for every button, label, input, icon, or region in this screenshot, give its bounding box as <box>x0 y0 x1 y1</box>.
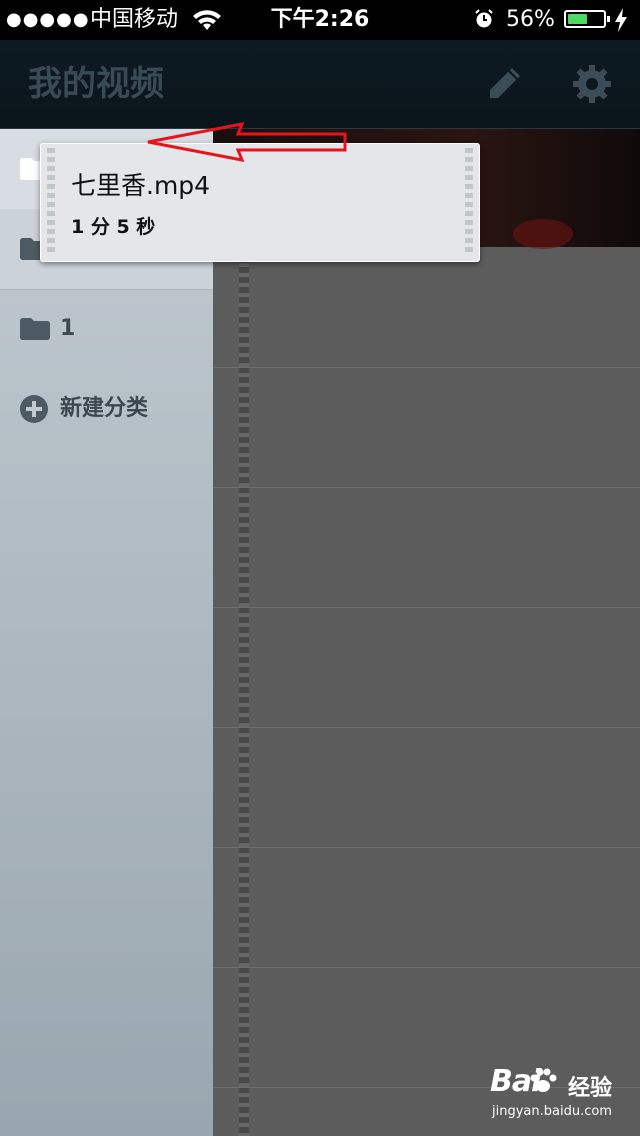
sidebar-item-label: 1 <box>60 316 76 341</box>
battery-percent: 56% <box>506 7 555 32</box>
status-bar: ●●●●● 中国移动 下午2:26 56% <box>0 0 640 40</box>
alarm-icon <box>475 9 493 28</box>
new-category-label: 新建分类 <box>60 396 149 421</box>
list-item[interactable] <box>213 727 640 848</box>
paw-icon <box>530 1068 557 1092</box>
pencil-icon[interactable] <box>484 64 524 104</box>
plus-circle-icon <box>20 395 48 423</box>
sidebar-item-folder-1[interactable]: 1 <box>0 289 213 369</box>
gear-icon[interactable] <box>572 64 612 104</box>
list-item[interactable] <box>213 487 640 608</box>
battery-level <box>568 14 588 24</box>
folder-icon <box>20 318 50 340</box>
list-item[interactable] <box>213 847 640 968</box>
list-item[interactable] <box>213 367 640 488</box>
new-category-button[interactable]: 新建分类 <box>0 369 213 449</box>
page-title: 我的视频 <box>28 64 164 104</box>
watermark-suffix: 经验 <box>568 1076 613 1101</box>
watermark-url: jingyan.baidu.com <box>492 1104 612 1119</box>
annotation-arrow-icon <box>147 122 347 162</box>
battery-icon <box>564 10 610 28</box>
list-item[interactable] <box>213 247 640 368</box>
video-filename: 七里香.mp4 <box>71 171 211 200</box>
video-duration: 1 分 5 秒 <box>71 216 156 238</box>
list-item[interactable] <box>213 607 640 728</box>
navigation-bar: 我的视频 <box>0 40 640 129</box>
film-perforation <box>465 148 473 256</box>
video-list <box>213 129 640 1136</box>
category-sidebar: 1 新建分类 <box>0 129 213 1136</box>
baidu-jingyan-watermark: Bai 经验 jingyan.baidu.com <box>488 1064 638 1126</box>
film-perforation <box>47 148 55 256</box>
charging-icon <box>615 8 627 32</box>
